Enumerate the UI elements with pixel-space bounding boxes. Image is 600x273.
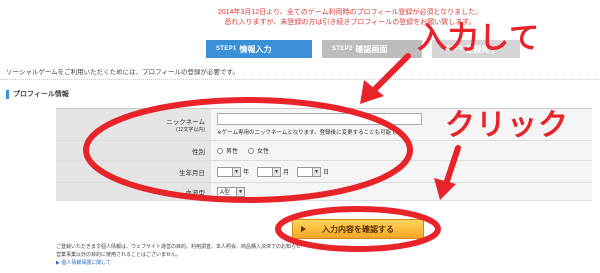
gender-female-label: 女性 — [257, 149, 270, 155]
gender-option-female[interactable]: 女性 — [248, 146, 269, 155]
step-2-number: STEP2 — [332, 46, 353, 52]
step-1-label: 情報入力 — [239, 44, 272, 54]
birth-year-unit: 年 — [243, 170, 250, 176]
annotation-click-text: クリック — [445, 109, 569, 142]
footer-text-1: ご登録いただきます個人情報は、ウェブサイト運営の目的、利用調査、本人照会、商品購… — [56, 244, 301, 250]
step-2: STEP2 確認画面 — [322, 40, 422, 58]
chevron-down-icon: ▼ — [272, 167, 281, 176]
nickname-input[interactable] — [217, 113, 422, 125]
step-2-label: 確認画面 — [355, 44, 388, 54]
gender-male-label: 男性 — [226, 149, 239, 155]
arrow-down-left-icon — [360, 53, 411, 104]
blood-type-label: 血液型 — [56, 183, 211, 200]
nickname-hint: ※ゲーム専用のニックネームとなります。登録後に変更することも可能です。 — [217, 130, 408, 136]
radio-male[interactable] — [217, 147, 223, 154]
birth-day-unit: 日 — [323, 170, 330, 176]
confirm-button[interactable]: 入力内容を確認する — [292, 219, 424, 239]
blood-type-field-cell: A型 ▼ — [211, 183, 592, 200]
footer-text-2: 営業事業以外の目的に使用されることはございません。 — [56, 252, 181, 258]
chevron-down-icon: ▼ — [236, 187, 244, 196]
blood-type-row: 血液型 A型 ▼ — [56, 183, 592, 201]
step-1: STEP1 情報入力 — [206, 40, 312, 58]
intro-text: ソーシャルゲームをご利用いただくためには、プロフィールの登録が必要です。 — [0, 68, 600, 80]
section-title: プロフィール情報 — [6, 90, 69, 99]
privacy-footer: ご登録いただきます個人情報は、ウェブサイト運営の目的、利用調査、本人照会、商品購… — [56, 243, 386, 267]
birthdate-label: 生年月日 — [56, 161, 211, 182]
radio-female[interactable] — [248, 147, 255, 154]
chevron-down-icon: ▼ — [232, 167, 240, 176]
confirm-button-label: 入力内容を確認する — [322, 224, 394, 234]
blood-type-select[interactable]: A型 ▼ — [217, 186, 245, 197]
birth-month-select[interactable]: ▼ — [257, 166, 282, 177]
birth-year-select[interactable]: ▼ — [217, 166, 241, 177]
chevron-down-icon: ▼ — [312, 167, 321, 176]
nickname-label-cell: ニックネーム (12文字以内) — [56, 109, 211, 140]
gender-option-male[interactable]: 男性 — [217, 146, 238, 155]
gender-row: 性別 男性 女性 — [56, 141, 592, 161]
birth-month-unit: 月 — [283, 170, 290, 176]
step-1-number: STEP1 — [216, 46, 237, 52]
birthdate-field-cell: ▼ 年 ▼ 月 ▼ 日 — [211, 161, 592, 182]
birth-day-select[interactable]: ▼ — [297, 166, 322, 177]
gender-label: 性別 — [56, 141, 211, 160]
nickname-sublabel: (12文字以内) — [176, 127, 205, 133]
play-arrow-icon — [301, 226, 306, 232]
blood-type-value: A型 — [220, 190, 231, 196]
birthdate-row: 生年月日 ▼ 年 ▼ 月 ▼ 日 — [56, 161, 592, 183]
annotation-input-text: 入力して — [417, 22, 541, 55]
privacy-link[interactable]: ▶ 個人情報保護に関して — [56, 259, 386, 267]
nickname-label: ニックネーム — [166, 119, 205, 126]
